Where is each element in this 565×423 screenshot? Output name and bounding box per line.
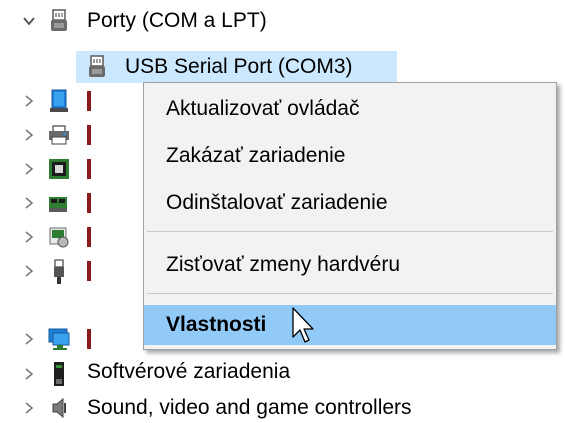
tree-item-sound-video-game-controllers[interactable]: Sound, video and game controllers — [0, 391, 565, 423]
chevron-right-icon[interactable] — [23, 95, 35, 107]
tree-item-ports[interactable]: Porty (COM a LPT) — [0, 4, 565, 38]
computer-icon — [48, 328, 70, 350]
device-manager-tree: Porty (COM a LPT) USB Serial Port (COM3) — [0, 0, 565, 423]
menu-item-label: Aktualizovať ovládač — [166, 97, 360, 120]
tree-item-ports-label: Porty (COM a LPT) — [87, 9, 267, 32]
hidden-label-fragment — [87, 193, 91, 213]
printer-icon — [49, 125, 69, 145]
chevron-right-icon[interactable] — [23, 231, 35, 243]
menu-item-properties[interactable]: Vlastnosti — [144, 305, 556, 345]
monitor-icon — [50, 89, 68, 112]
hidden-label-fragment — [87, 227, 91, 247]
tree-item-usb-serial-port-label: USB Serial Port (COM3) — [125, 55, 353, 78]
tree-item-category-monitor[interactable] — [0, 84, 143, 118]
chevron-right-icon[interactable] — [23, 265, 35, 277]
context-menu: Aktualizovať ovládač Zakázať zariadenie … — [143, 82, 557, 350]
hidden-label-fragment — [87, 261, 91, 281]
menu-item-label: Vlastnosti — [166, 313, 267, 336]
processor-chip-icon — [49, 159, 69, 179]
menu-item-uninstall-device[interactable]: Odinštalovať zariadenie — [144, 183, 556, 223]
tree-item-category-security[interactable] — [0, 220, 143, 254]
tree-item-category-computer[interactable] — [0, 322, 143, 356]
tree-item-category-processor[interactable] — [0, 152, 143, 186]
hidden-label-fragment — [87, 91, 91, 111]
chevron-right-icon[interactable] — [23, 129, 35, 141]
chevron-right-icon[interactable] — [23, 368, 35, 380]
hidden-label-fragment — [87, 329, 91, 349]
port-connector-icon — [89, 55, 105, 77]
menu-item-label: Zisťovať zmeny hardvéru — [166, 253, 401, 276]
tree-item-software-devices-label: Softvérové zariadenia — [87, 360, 291, 383]
menu-separator — [147, 231, 553, 232]
hidden-label-fragment — [87, 159, 91, 179]
tree-item-usb-serial-port[interactable]: USB Serial Port (COM3) — [0, 50, 400, 84]
menu-item-update-driver[interactable]: Aktualizovať ovládač — [144, 89, 556, 129]
tree-item-category-usb-connector[interactable] — [0, 254, 143, 288]
chevron-down-icon[interactable] — [23, 15, 35, 27]
port-connector-icon — [51, 9, 67, 31]
menu-item-disable-device[interactable]: Zakázať zariadenie — [144, 136, 556, 176]
network-adapter-icon — [49, 197, 67, 212]
software-device-icon — [54, 362, 64, 386]
menu-item-label: Odinštalovať zariadenie — [166, 191, 388, 214]
chevron-right-icon[interactable] — [23, 163, 35, 175]
hidden-label-fragment — [87, 125, 91, 145]
chevron-right-icon[interactable] — [23, 333, 35, 345]
speaker-icon — [52, 397, 66, 419]
usb-plug-icon — [54, 259, 64, 284]
menu-item-label: Zakázať zariadenie — [166, 144, 346, 167]
tree-item-sound-label: Sound, video and game controllers — [87, 396, 412, 419]
tree-item-category-printer[interactable] — [0, 118, 143, 152]
menu-item-scan-hardware-changes[interactable]: Zisťovať zmeny hardvéru — [144, 245, 556, 285]
chevron-right-icon[interactable] — [23, 402, 35, 414]
menu-separator — [147, 293, 553, 294]
tree-item-category-network[interactable] — [0, 186, 143, 220]
tree-item-software-devices[interactable]: Softvérové zariadenia — [0, 357, 565, 391]
security-device-icon — [49, 227, 69, 248]
mouse-cursor-icon — [292, 307, 314, 343]
chevron-right-icon[interactable] — [23, 197, 35, 209]
